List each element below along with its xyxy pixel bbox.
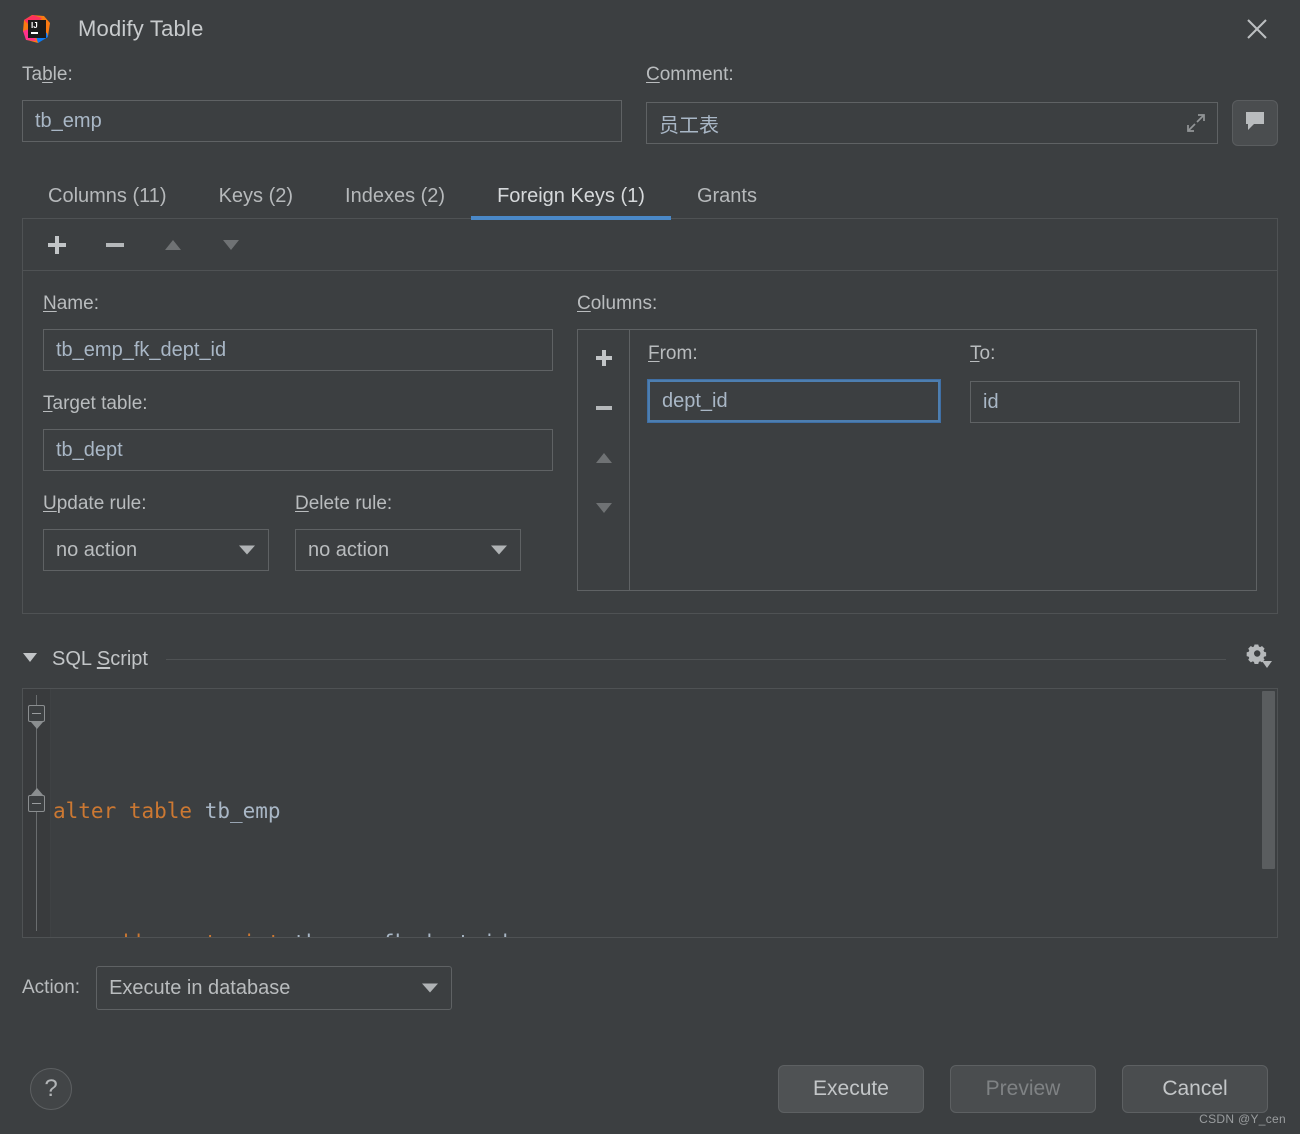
fk-to-input[interactable]: id	[970, 381, 1240, 423]
sql-script-header: SQL Script	[22, 642, 1278, 676]
intellij-idea-icon: IJ	[22, 14, 52, 44]
svg-text:IJ: IJ	[31, 21, 38, 30]
dialog-footer: ? Execute Preview Cancel	[0, 1058, 1300, 1120]
sql-token: tb_emp_fk_dept_id	[293, 931, 508, 937]
fk-from-value: dept_id	[662, 389, 728, 412]
fk-columns-label: Columns:	[577, 293, 658, 314]
fk-column-mapping-grid: From: dept_id To: id	[630, 330, 1256, 590]
foreign-key-details: Name: tb_emp_fk_dept_id Target table: tb…	[43, 287, 553, 591]
execute-button[interactable]: Execute	[778, 1065, 924, 1113]
cancel-button[interactable]: Cancel	[1122, 1065, 1268, 1113]
chevron-down-icon	[238, 539, 256, 562]
fk-from-column: From: dept_id	[647, 338, 941, 590]
remove-foreign-key-button[interactable]	[95, 225, 135, 265]
code-line: add constraint tb_emp_fk_dept_id	[53, 921, 1277, 937]
chevron-down-icon	[421, 977, 439, 1000]
fk-delete-rule-value: no action	[308, 538, 390, 561]
comment-label: Comment:	[646, 64, 734, 85]
fk-target-table-input[interactable]: tb_dept	[43, 429, 553, 471]
comment-bubble-icon	[1243, 109, 1267, 138]
foreign-keys-toolbar	[23, 219, 1277, 271]
dialog-title: Modify Table	[78, 16, 204, 41]
sql-token: tb_emp	[204, 799, 281, 823]
sql-script-editor[interactable]: alter table tb_emp add constraint tb_emp…	[22, 688, 1278, 938]
fk-delete-rule-label: Delete rule:	[295, 493, 393, 514]
fk-name-value: tb_emp_fk_dept_id	[56, 338, 227, 361]
tab-keys[interactable]: Keys (2)	[193, 186, 319, 218]
add-column-mapping-button[interactable]	[584, 338, 624, 378]
action-value: Execute in database	[109, 976, 291, 999]
comment-field-group: Comment: 员工表	[646, 58, 1278, 146]
remove-column-mapping-button[interactable]	[584, 388, 624, 428]
editor-gutter	[23, 689, 51, 937]
chevron-down-icon[interactable]	[22, 650, 40, 669]
move-down-icon[interactable]	[211, 225, 251, 265]
table-and-comment-row: Table: tb_emp Comment: 员工表	[0, 58, 1300, 146]
sql-script-title: SQL Script	[52, 647, 148, 670]
tab-indexes[interactable]: Indexes (2)	[319, 186, 471, 218]
chevron-down-icon	[490, 539, 508, 562]
fk-to-label: To:	[970, 343, 996, 364]
code-line: alter table tb_emp	[53, 789, 1277, 833]
sql-token: alter table	[53, 799, 205, 823]
fk-columns-section: Columns: From: dept_id To: id	[577, 287, 1257, 591]
column-move-up-icon[interactable]	[584, 438, 624, 478]
move-up-icon[interactable]	[153, 225, 193, 265]
fk-columns-box: From: dept_id To: id	[577, 329, 1257, 591]
foreign-keys-panel: Name: tb_emp_fk_dept_id Target table: tb…	[22, 218, 1278, 614]
column-move-down-icon[interactable]	[584, 488, 624, 528]
add-foreign-key-button[interactable]	[37, 225, 77, 265]
tab-columns[interactable]: Columns (11)	[22, 186, 193, 218]
code-fold-marker[interactable]	[28, 788, 45, 812]
table-label: Table:	[22, 64, 73, 85]
fk-delete-rule-group: Delete rule: no action	[295, 487, 521, 571]
dialog-titlebar: IJ Modify Table	[0, 0, 1300, 58]
table-name-value: tb_emp	[35, 109, 102, 132]
fk-delete-rule-select[interactable]: no action	[295, 529, 521, 571]
fk-name-input[interactable]: tb_emp_fk_dept_id	[43, 329, 553, 371]
watermark: CSDN @Y_cen	[1199, 1112, 1286, 1126]
action-label: Action:	[22, 977, 81, 998]
fk-target-table-label: Target table:	[43, 393, 148, 414]
action-row: Action: Execute in database	[22, 966, 1278, 1010]
fk-from-input[interactable]: dept_id	[647, 379, 941, 423]
fold-guide-line	[36, 695, 37, 931]
gear-icon[interactable]	[1244, 642, 1278, 676]
question-mark-icon: ?	[44, 1075, 58, 1102]
tab-grants[interactable]: Grants	[671, 186, 783, 218]
section-divider	[165, 658, 1226, 660]
code-fold-marker[interactable]	[28, 705, 45, 729]
editor-vertical-scrollbar[interactable]	[1262, 691, 1275, 869]
fk-to-value: id	[983, 390, 999, 413]
table-name-input[interactable]: tb_emp	[22, 100, 622, 142]
expand-icon[interactable]	[1185, 112, 1207, 140]
fk-update-rule-value: no action	[56, 538, 138, 561]
table-field-group: Table: tb_emp	[22, 58, 622, 142]
fk-update-rule-select[interactable]: no action	[43, 529, 269, 571]
fk-update-rule-label: Update rule:	[43, 493, 147, 514]
fk-to-column: To: id	[970, 338, 1240, 590]
fk-from-label: From:	[648, 343, 698, 364]
help-button[interactable]: ?	[30, 1068, 72, 1110]
fk-columns-toolbar	[578, 330, 630, 590]
comment-value: 员工表	[659, 114, 719, 137]
fk-target-table-value: tb_dept	[56, 438, 123, 461]
tab-foreign-keys[interactable]: Foreign Keys (1)	[471, 186, 671, 220]
sql-token: add constraint	[53, 931, 293, 937]
sql-code[interactable]: alter table tb_emp add constraint tb_emp…	[51, 689, 1277, 937]
comment-bubble-button[interactable]	[1232, 100, 1278, 146]
comment-input[interactable]: 员工表	[646, 102, 1218, 144]
preview-button: Preview	[950, 1065, 1096, 1113]
fk-update-rule-group: Update rule: no action	[43, 487, 269, 571]
fk-name-label: Name:	[43, 293, 99, 314]
tab-bar: Columns (11) Keys (2) Indexes (2) Foreig…	[0, 170, 1300, 220]
action-select[interactable]: Execute in database	[96, 966, 453, 1010]
close-icon[interactable]	[1240, 12, 1274, 46]
